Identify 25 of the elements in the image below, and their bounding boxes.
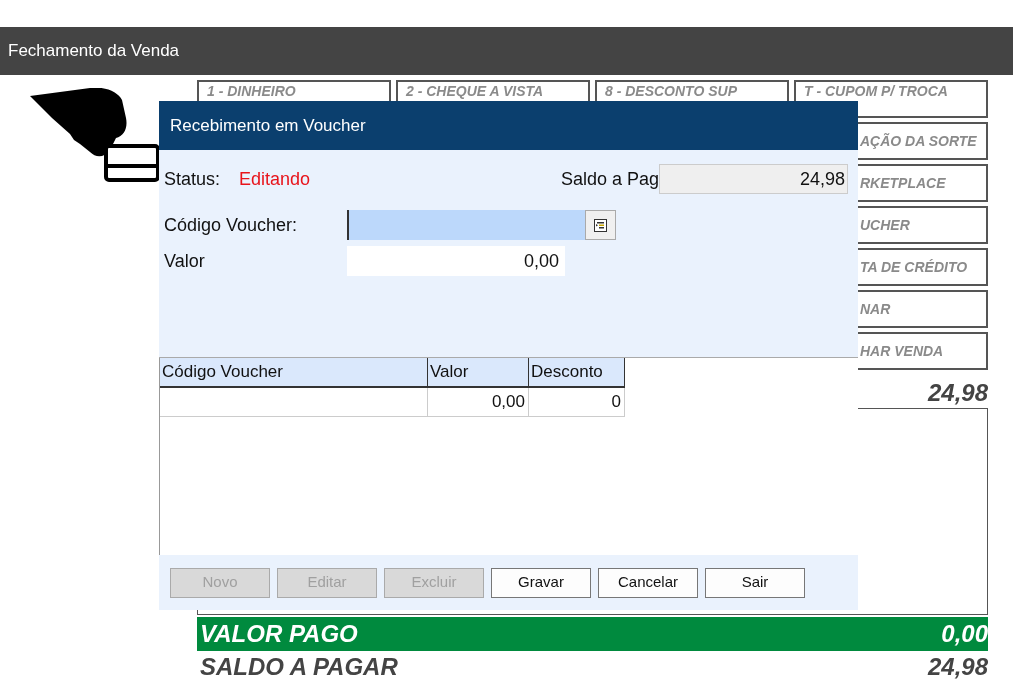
- input-field[interactable]: 0,00: [347, 246, 565, 276]
- list-icon: [594, 218, 607, 232]
- table-cell: 0: [529, 388, 625, 417]
- total-amount: 24,98: [927, 378, 988, 408]
- dialog-button[interactable]: Sair: [705, 567, 805, 598]
- table-cell: 0,00: [428, 388, 529, 417]
- status-value: Editando: [239, 167, 311, 191]
- saldo-label: Saldo a Pag: [560, 167, 659, 191]
- window-title: Fechamento da Venda: [8, 40, 180, 63]
- saldo-a-pagar-value: 24,98: [927, 652, 988, 682]
- valor-pago-value: 0,00: [941, 619, 988, 649]
- column-header[interactable]: Código Voucher: [160, 358, 428, 388]
- field-label: Valor: [164, 249, 206, 273]
- lookup-button[interactable]: [585, 210, 616, 240]
- input-field[interactable]: [347, 210, 585, 240]
- column-header[interactable]: Valor: [428, 358, 529, 388]
- saldo-field[interactable]: 24,98: [659, 164, 848, 194]
- field-label: Código Voucher:: [164, 213, 299, 237]
- status-label: Status:: [164, 167, 222, 191]
- hand-card-icon: [30, 88, 160, 184]
- dialog-button[interactable]: Cancelar: [598, 567, 698, 598]
- valor-pago-label: VALOR PAGO: [199, 619, 358, 649]
- saldo-a-pagar-label: SALDO A PAGAR: [199, 652, 398, 682]
- column-header[interactable]: Desconto: [529, 358, 625, 388]
- dialog-button[interactable]: Gravar: [491, 567, 591, 598]
